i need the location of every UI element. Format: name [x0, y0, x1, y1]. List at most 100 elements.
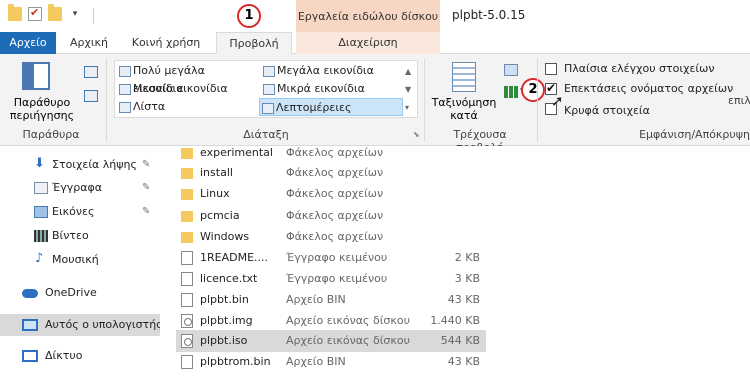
file-type: Έγγραφο κειμένου	[286, 272, 388, 285]
group-panes-label: Παράθυρα	[22, 128, 80, 141]
gallery-scroll-icons[interactable]: ▲ ▼ ▾	[405, 63, 417, 117]
file-type: Φάκελος αρχείων	[286, 146, 384, 159]
item-checkboxes-label: Πλαίσια ελέγχου στοιχείων	[564, 62, 715, 75]
tab-file[interactable]: Αρχείο	[0, 32, 56, 54]
file-extensions-label: Επεκτάσεις ονόματος αρχείων	[564, 82, 734, 95]
truncated-label: επιλ	[728, 94, 750, 107]
qat-separator	[93, 8, 94, 24]
file-name: experimental	[200, 146, 273, 159]
item-checkboxes-checkbox[interactable]	[545, 63, 557, 75]
text-file-icon	[181, 251, 193, 265]
file-type: Φάκελος αρχείων	[286, 209, 384, 222]
layout-gallery: Πολύ μεγάλα εικονίδια Μεγάλα εικονίδια Μ…	[114, 60, 418, 118]
onedrive-icon	[22, 289, 38, 298]
file-name: licence.txt	[200, 272, 258, 285]
new-folder-icon[interactable]	[48, 4, 62, 21]
nav-item-onedrive[interactable]: OneDrive	[0, 282, 160, 304]
pin-icon[interactable]: ✎	[142, 201, 150, 223]
callout-2: 2	[521, 78, 545, 102]
file-size: 43 KB	[447, 293, 480, 306]
file-row[interactable]: Windows Φάκελος αρχείων	[176, 226, 486, 248]
file-list: experimental Φάκελος αρχείων install Φάκ…	[170, 146, 750, 381]
file-row[interactable]: 1README.... Έγγραφο κειμένου 2 KB	[176, 247, 486, 269]
navigation-pane-icon[interactable]	[22, 62, 50, 90]
layout-medium-icons[interactable]: Μεσαία εικονίδια	[117, 80, 257, 98]
folder-icon	[181, 148, 193, 159]
tab-home[interactable]: Αρχική	[60, 32, 118, 54]
nav-item-label: Δίκτυο	[45, 349, 83, 362]
nav-item-this-pc[interactable]: Αυτός ο υπολογιστής	[0, 314, 160, 336]
file-size: 43 KB	[447, 355, 480, 368]
callout-1: 1	[237, 4, 261, 28]
nav-item-label: Αυτός ο υπολογιστής	[45, 318, 160, 331]
divider	[424, 58, 425, 142]
nav-item-documents[interactable]: Έγγραφα ✎	[0, 177, 160, 199]
layout-extra-large-icons[interactable]: Πολύ μεγάλα εικονίδια	[117, 62, 257, 95]
nav-item-network[interactable]: Δίκτυο	[0, 345, 160, 367]
divider	[106, 58, 107, 142]
navigation-pane: ⬇ Στοιχεία λήψης ✎ Έγγραφα ✎ Εικόνες ✎ Β…	[0, 146, 160, 381]
file-row[interactable]: install Φάκελος αρχείων	[176, 162, 486, 184]
layout-list[interactable]: Λίστα	[117, 98, 257, 116]
folder-icon	[181, 232, 193, 243]
file-row[interactable]: pcmcia Φάκελος αρχείων	[176, 205, 486, 227]
nav-item-downloads[interactable]: ⬇ Στοιχεία λήψης ✎	[0, 154, 160, 176]
file-type: Αρχείο BIN	[286, 293, 346, 306]
file-type: Φάκελος αρχείων	[286, 187, 384, 200]
layout-small-icons[interactable]: Μικρά εικονίδια	[261, 80, 401, 98]
file-name: pcmcia	[200, 209, 240, 222]
computer-icon	[22, 319, 38, 331]
file-type: Αρχείο εικόνας δίσκου	[286, 314, 410, 327]
folder-icon	[181, 189, 193, 200]
file-name: 1README....	[200, 251, 269, 264]
file-type: Έγγραφο κειμένου	[286, 251, 388, 264]
tab-manage[interactable]: Διαχείριση	[296, 32, 440, 54]
qat-dropdown-icon[interactable]: ▾	[68, 7, 82, 21]
ribbon: Παράθυρο περιήγησης Παράθυρα Πολύ μεγάλα…	[0, 54, 750, 154]
sort-by-icon[interactable]	[452, 62, 476, 92]
contextual-tab-header: Εργαλεία ειδώλου δίσκου	[296, 0, 440, 32]
file-row[interactable]: plpbt.img Αρχείο εικόνας δίσκου 1.440 KB	[176, 310, 486, 332]
file-row[interactable]: licence.txt Έγγραφο κειμένου 3 KB	[176, 268, 486, 290]
music-icon: ♪	[35, 251, 44, 266]
download-icon: ⬇	[34, 156, 45, 171]
file-row[interactable]: experimental Φάκελος αρχείων	[176, 142, 486, 164]
file-row[interactable]: plpbt.bin Αρχείο BIN 43 KB	[176, 289, 486, 311]
properties-icon[interactable]: ✔	[28, 6, 42, 21]
nav-item-pictures[interactable]: Εικόνες ✎	[0, 201, 160, 223]
file-icon	[181, 355, 193, 369]
pin-icon[interactable]: ✎	[142, 177, 150, 199]
tab-view[interactable]: Προβολή	[216, 32, 292, 54]
nav-item-label: Βίντεο	[52, 229, 89, 242]
navigation-pane-button[interactable]: Παράθυρο περιήγησης	[6, 96, 78, 122]
nav-item-label: OneDrive	[45, 286, 97, 299]
preview-pane-icon[interactable]	[84, 66, 98, 78]
details-pane-icon[interactable]	[84, 90, 98, 102]
nav-item-videos[interactable]: Βίντεο	[0, 225, 160, 247]
tab-share[interactable]: Κοινή χρήση	[122, 32, 210, 54]
file-size: 2 KB	[454, 251, 480, 264]
file-name: plpbt.bin	[200, 293, 249, 306]
file-type: Φάκελος αρχείων	[286, 166, 384, 179]
folder-icon	[181, 168, 193, 179]
sort-by-button[interactable]: Ταξινόμηση κατά	[428, 96, 500, 122]
file-row-selected[interactable]: plpbt.iso Αρχείο εικόνας δίσκου 544 KB	[176, 330, 486, 352]
file-row[interactable]: Linux Φάκελος αρχείων	[176, 183, 486, 205]
file-icon	[181, 293, 193, 307]
group-by-icon[interactable]	[504, 64, 518, 76]
layout-large-icons[interactable]: Μεγάλα εικονίδια	[261, 62, 401, 80]
file-type: Αρχείο εικόνας δίσκου	[286, 334, 410, 347]
layout-details[interactable]: Λεπτομέρειες	[259, 98, 403, 116]
group-show-hide-label: Εμφάνιση/Απόκρυψη	[639, 128, 750, 141]
ribbon-tabs: Αρχείο Αρχική Κοινή χρήση Προβολή Διαχεί…	[0, 32, 750, 54]
file-name: Windows	[200, 230, 250, 243]
nav-item-music[interactable]: ♪ Μουσική	[0, 249, 160, 271]
file-type: Αρχείο BIN	[286, 355, 346, 368]
file-row[interactable]: plpbtrom.bin Αρχείο BIN 43 KB	[176, 351, 486, 373]
add-columns-icon[interactable]	[504, 86, 518, 98]
text-file-icon	[181, 272, 193, 286]
dialog-launcher-icon[interactable]: ⬊	[413, 130, 420, 139]
pin-icon[interactable]: ✎	[142, 154, 150, 176]
mouse-cursor-icon: ➚	[551, 92, 564, 110]
file-name: Linux	[200, 187, 230, 200]
